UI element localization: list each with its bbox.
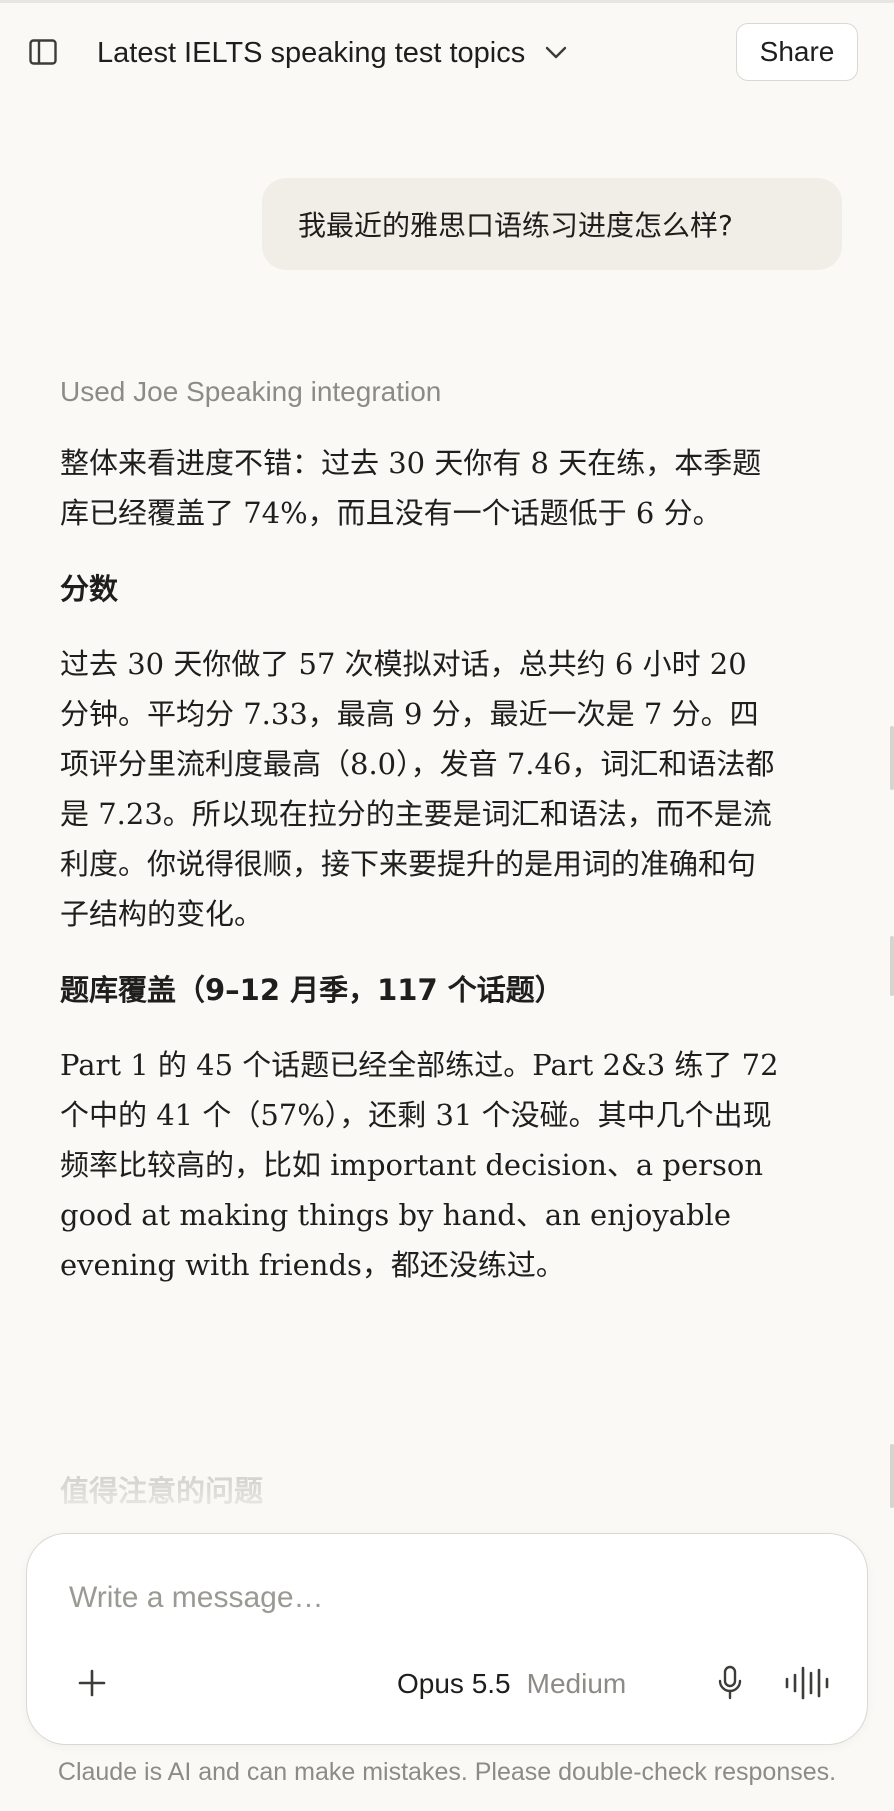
model-effort: Medium <box>526 1668 627 1699</box>
section-body-scores: 过去 30 天你做了 57 次模拟对话，总共约 6 小时 20 分钟。平均分 7… <box>60 647 775 931</box>
chat-title: Latest IELTS speaking test topics <box>97 36 526 69</box>
section-heading-scores: 分数 <box>60 572 119 606</box>
dictation-button[interactable] <box>705 1658 755 1708</box>
section-body-coverage: Part 1 的 45 个话题已经全部练过。Part 2&3 练了 72 个中的… <box>60 1048 779 1282</box>
add-attachment-button[interactable] <box>67 1658 117 1708</box>
voice-waveform-icon <box>785 1666 829 1700</box>
plus-icon <box>78 1669 106 1697</box>
microphone-icon <box>718 1665 742 1700</box>
response-intro: 整体来看进度不错：过去 30 天你有 8 天在练，本季题库已经覆盖了 74%，而… <box>60 446 762 530</box>
scrollbar-marker[interactable] <box>890 936 894 996</box>
model-name: Opus 5.5 <box>397 1668 511 1699</box>
model-selector[interactable]: Opus 5.5 Medium <box>397 1662 626 1706</box>
top-bar: Latest IELTS speaking test topics Share <box>0 0 894 100</box>
sidebar-toggle-icon <box>29 39 57 65</box>
message-input[interactable] <box>69 1576 769 1620</box>
section-heading-coverage: 题库覆盖（9–12 月季，117 个话题） <box>60 973 564 1007</box>
voice-mode-button[interactable] <box>779 1658 835 1708</box>
section-heading-issues: 值得注意的问题 <box>60 1474 264 1508</box>
scrollbar-marker[interactable] <box>890 726 894 790</box>
user-message-bubble: 我最近的雅思口语练习进度怎么样? <box>262 178 842 270</box>
scrollbar-marker[interactable] <box>890 1444 894 1508</box>
assistant-response: 整体来看进度不错：过去 30 天你有 8 天在练，本季题库已经覆盖了 74%，而… <box>60 438 780 1290</box>
ai-disclaimer: Claude is AI and can make mistakes. Plea… <box>57 1758 837 1786</box>
sidebar-toggle-button[interactable] <box>26 37 60 67</box>
tool-usage-status[interactable]: Used Joe Speaking integration <box>60 376 441 408</box>
chevron-down-icon <box>545 46 567 60</box>
message-composer: Opus 5.5 Medium <box>26 1533 868 1745</box>
share-button[interactable]: Share <box>736 23 858 81</box>
chat-title-dropdown[interactable]: Latest IELTS speaking test topics <box>97 31 567 75</box>
